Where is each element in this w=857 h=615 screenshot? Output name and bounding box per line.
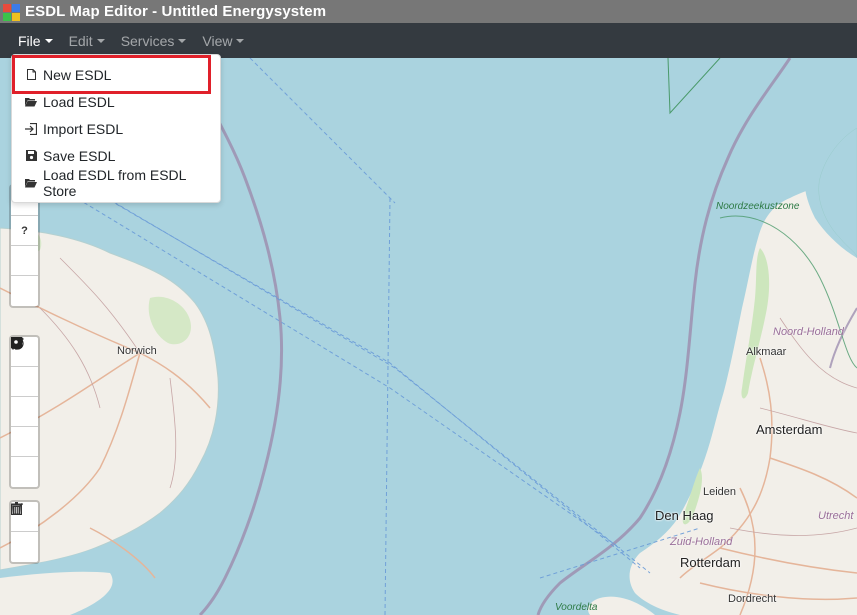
menu-bar: File Edit Services View — [0, 23, 857, 58]
menu-item-new-esdl[interactable]: New ESDL — [12, 61, 220, 88]
map-label-voordelta: Voordelta — [555, 602, 598, 613]
file-icon — [25, 69, 37, 81]
menu-item-label: New ESDL — [43, 66, 112, 83]
draw-circle-icon — [11, 337, 24, 350]
caret-down-icon — [96, 39, 105, 43]
menu-item-label: Import ESDL — [43, 120, 124, 137]
save-icon — [25, 150, 37, 162]
menu-item-label: Load ESDL from ESDL Store — [43, 166, 186, 199]
map-label-leiden: Leiden — [703, 486, 737, 498]
import-icon — [25, 122, 37, 135]
draw-circle-button[interactable] — [11, 337, 38, 487]
menu-view-label: View — [202, 32, 233, 49]
delete-layers-icon — [11, 502, 22, 515]
map-label-den-haag: Den Haag — [655, 508, 714, 523]
esdl-app-icon — [2, 2, 22, 22]
play-button[interactable] — [11, 186, 38, 276]
map-label-noord-holland: Noord-Holland — [773, 326, 844, 338]
draw-rectangle-button[interactable] — [11, 337, 38, 427]
file-dropdown-menu: New ESDL Load ESDL Import ESDL Save ESDL… — [11, 54, 221, 203]
menu-item-load-esdl[interactable]: Load ESDL — [12, 88, 220, 115]
menu-edit-label: Edit — [68, 32, 93, 49]
map-label-noordzeekustzone: Noordzeekustzone — [716, 201, 800, 212]
folder-open-icon — [25, 177, 37, 189]
help-button[interactable]: ? — [11, 216, 38, 246]
menu-item-save-esdl[interactable]: Save ESDL — [12, 142, 220, 169]
caret-down-icon — [236, 39, 245, 43]
map-label-zuid-holland: Zuid-Holland — [670, 536, 733, 548]
menu-item-label: Save ESDL — [43, 147, 116, 164]
title-bar: ESDL Map Editor - Untitled Energysystem — [0, 0, 857, 23]
menu-view[interactable]: View — [194, 23, 252, 58]
menu-edit[interactable]: Edit — [61, 23, 113, 58]
map-label-amsterdam: Amsterdam — [756, 422, 823, 437]
folder-open-icon — [25, 96, 37, 108]
caret-down-icon — [178, 39, 187, 43]
menu-file[interactable]: File — [10, 23, 61, 58]
map-label-alkmaar: Alkmaar — [746, 346, 787, 358]
map-label-utrecht: Utrecht — [818, 510, 854, 522]
window-title: ESDL Map Editor - Untitled Energysystem — [25, 3, 327, 20]
map-label-rotterdam: Rotterdam — [680, 555, 741, 570]
draw-marker-button[interactable] — [11, 337, 38, 457]
toolbar-draw-group — [9, 335, 40, 489]
caret-down-icon — [44, 39, 53, 43]
map-label-norwich: Norwich — [117, 345, 157, 357]
draw-polygon-button[interactable] — [11, 337, 38, 397]
menu-item-label: Load ESDL — [43, 93, 115, 110]
menu-item-import-esdl[interactable]: Import ESDL — [12, 115, 220, 142]
menu-services[interactable]: Services — [113, 23, 195, 58]
menu-item-load-esdl-from-store[interactable]: Load ESDL from ESDL Store — [12, 166, 220, 199]
toolbar-edit-group — [9, 500, 40, 564]
delete-layers-button[interactable] — [11, 502, 38, 562]
grid-button[interactable] — [11, 186, 38, 306]
map-label-dordrecht: Dordrecht — [728, 593, 777, 605]
menu-file-label: File — [18, 32, 41, 49]
help-icon: ? — [21, 224, 28, 237]
menu-services-label: Services — [120, 32, 175, 49]
